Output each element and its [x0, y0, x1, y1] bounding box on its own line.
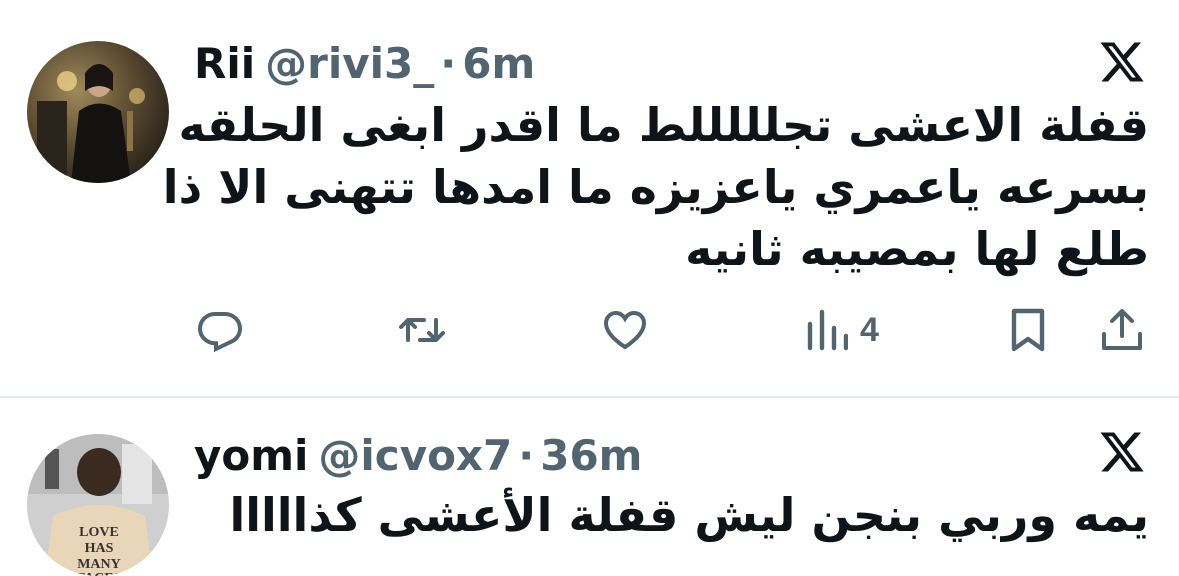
x-logo-icon [1100, 432, 1144, 472]
user-handle[interactable]: @rivi3_ [265, 39, 434, 88]
retweet-icon [399, 318, 445, 342]
bookmark-button[interactable] [1006, 306, 1050, 354]
tweet[interactable]: Rii @rivi3_ · 6m قفلة الاعشى تجلللللط ما اق… [0, 0, 1179, 397]
tweet-text-line: قفلة الاعشى تجلللللط ما اقدر ابغى الحلقه [178, 98, 1149, 152]
bookmark-icon [1011, 308, 1045, 352]
user-handle[interactable]: @icvox7 [318, 431, 512, 480]
avatar[interactable] [27, 41, 169, 183]
reply-icon [197, 312, 243, 353]
separator-dot: · [518, 431, 535, 480]
tweet-header: yomi @icvox7 · 36m [194, 428, 642, 484]
timestamp[interactable]: 36m [540, 431, 642, 480]
tweet-text-line: بسرعه ياعمري ياعزيزه ما امدها تتهنى الا … [162, 160, 1149, 214]
share-button[interactable] [1098, 306, 1146, 354]
like-button[interactable] [600, 306, 650, 354]
retweet-button[interactable] [396, 306, 448, 354]
avatar[interactable]: LOVE HAS MANY FACES [27, 434, 169, 576]
display-name[interactable]: Rii [194, 39, 255, 88]
views-chart-icon [807, 309, 848, 351]
timestamp[interactable]: 6m [462, 39, 535, 88]
tweet-text-line: يمه وربي بنجن ليش قفلة الأعشى كذااااا [229, 488, 1149, 542]
avatar-shirt-text: FACES [77, 571, 122, 576]
reply-button[interactable] [196, 306, 244, 354]
avatar-shirt-text: HAS [85, 541, 114, 556]
x-logo-icon [1100, 42, 1144, 82]
tweet-text: يمه وربي بنجن ليش قفلة الأعشى كذااااا [189, 484, 1149, 546]
views-count: 4 [860, 310, 879, 349]
tweet[interactable]: LOVE HAS MANY FACES yomi@icvox7·36m يمه … [0, 398, 1179, 576]
heart-icon [603, 310, 647, 350]
tweet-header: Rii @rivi3_ · 6m [194, 36, 535, 92]
avatar-shirt-text: LOVE [79, 525, 119, 540]
tweet-actions: 4 [0, 300, 1179, 360]
avatar-shirt-text: MANY [77, 557, 121, 572]
separator-dot: · [440, 39, 457, 88]
share-icon [1102, 309, 1142, 350]
views-button[interactable]: 4 [804, 306, 879, 354]
tweet-text: قفلة الاعشى تجلللللط ما اقدر ابغى الحلقه… [162, 94, 1149, 280]
display-name[interactable]: yomi [194, 431, 308, 480]
tweet-text-line: طلع لها بمصيبه ثانيه [685, 222, 1149, 276]
